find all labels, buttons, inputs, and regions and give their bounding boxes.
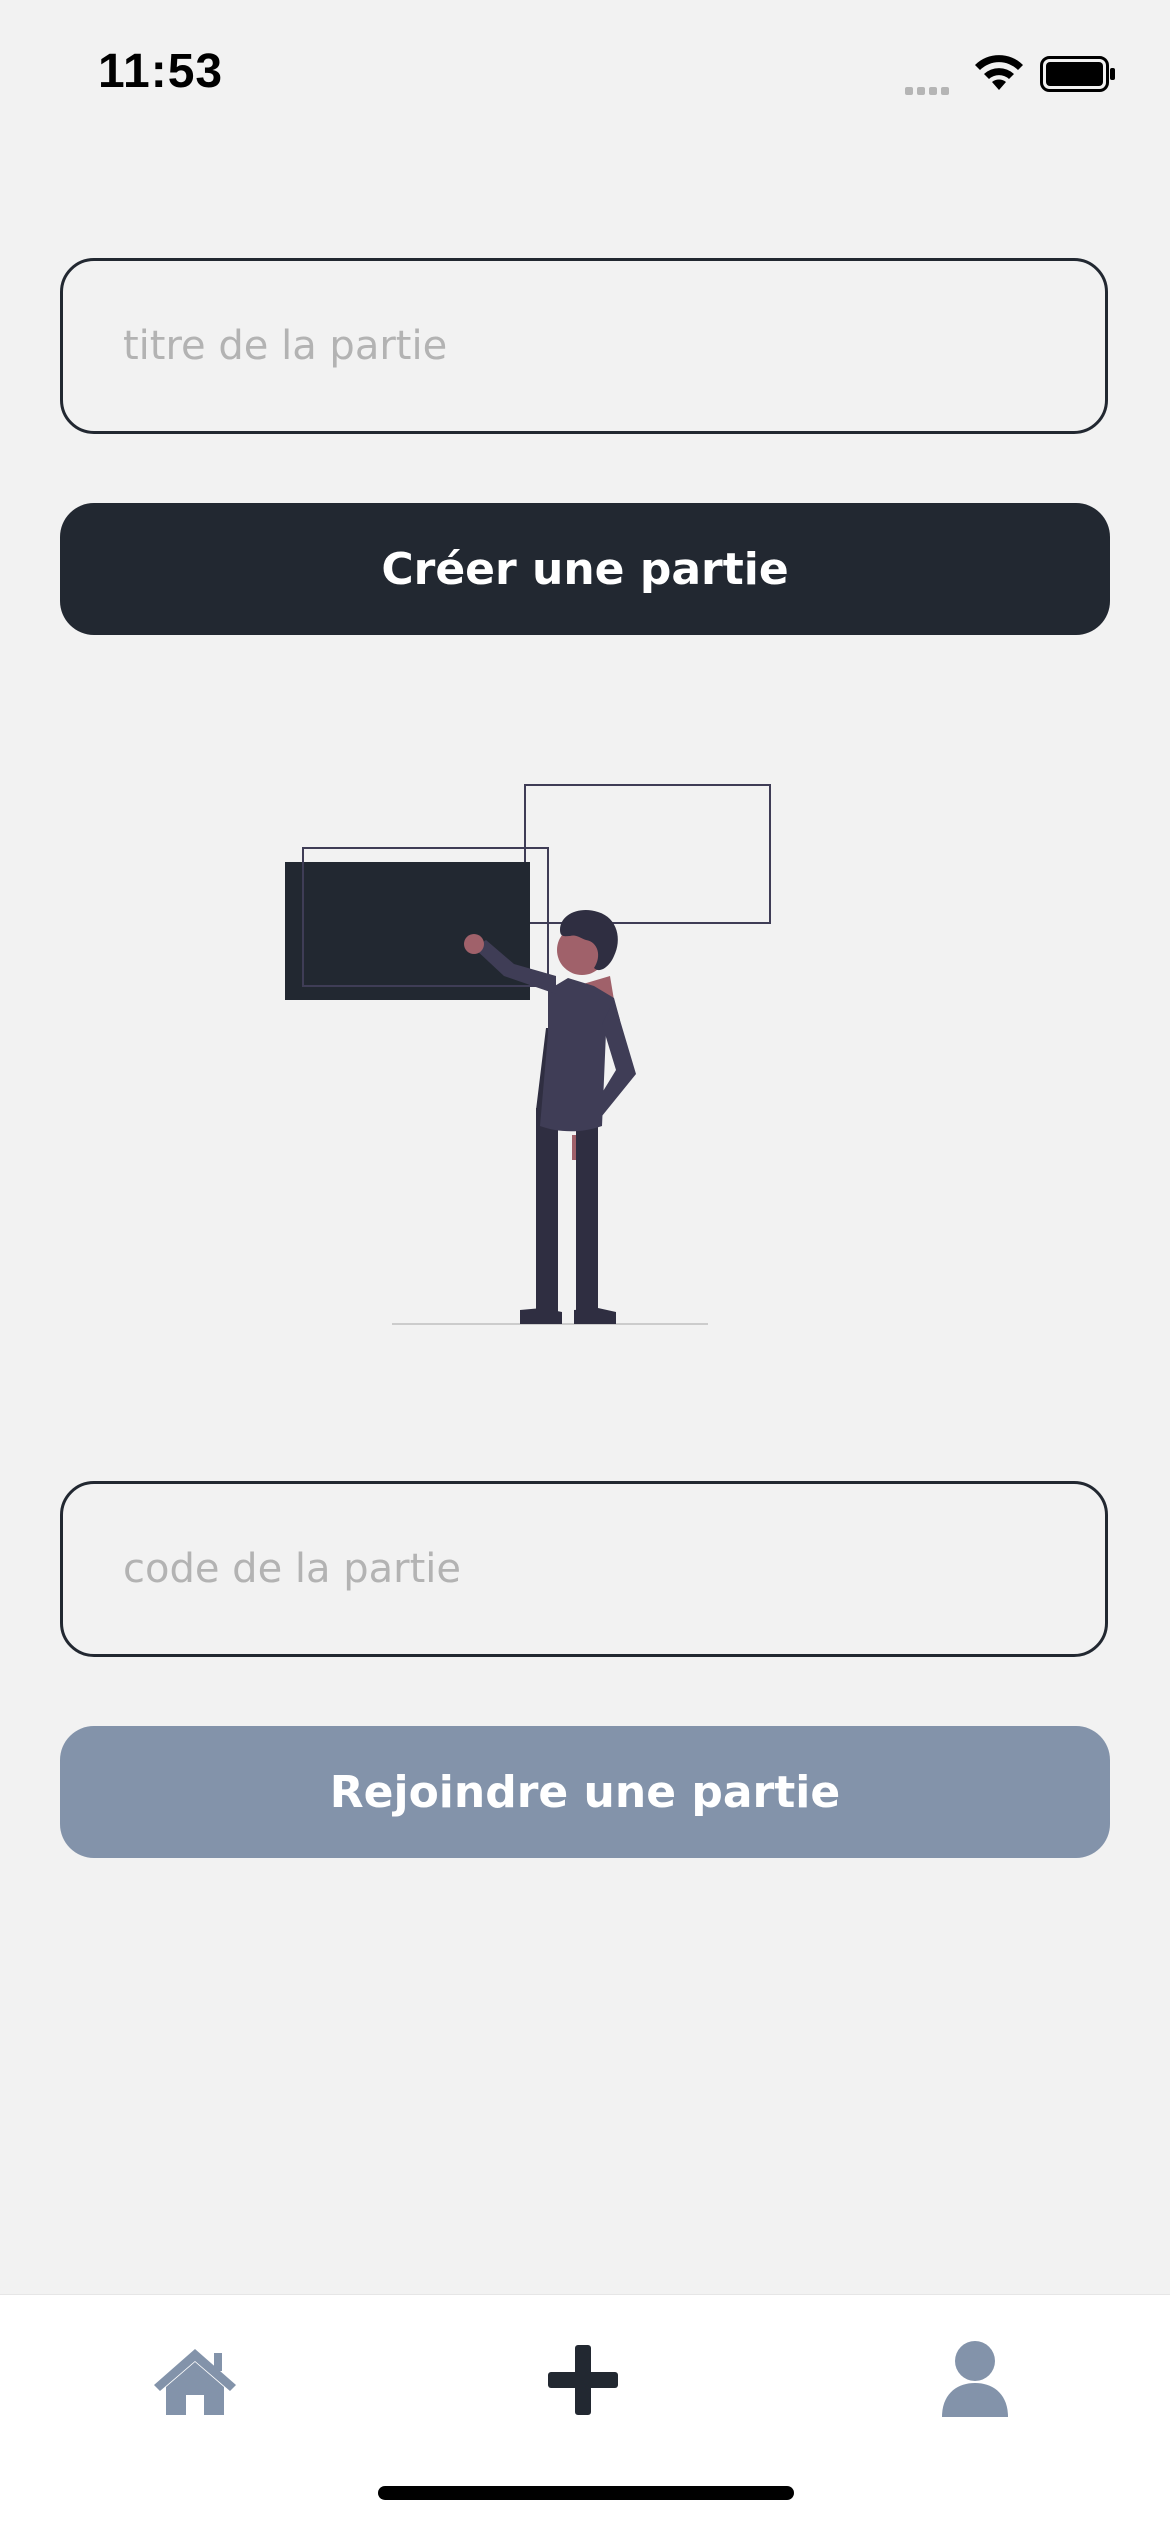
status-bar: 11:53 — [0, 0, 1170, 150]
cellular-signal-icon — [905, 80, 953, 99]
presentation-illustration — [285, 784, 771, 1325]
game-title-input[interactable] — [63, 261, 1105, 431]
wifi-icon — [975, 55, 1023, 90]
join-game-label: Rejoindre une partie — [329, 1766, 841, 1818]
plus-icon[interactable] — [538, 2335, 628, 2425]
user-icon[interactable] — [930, 2335, 1020, 2425]
join-game-button[interactable]: Rejoindre une partie — [60, 1726, 1110, 1858]
status-time: 11:53 — [98, 45, 224, 98]
game-code-input[interactable] — [63, 1484, 1105, 1654]
home-icon[interactable] — [150, 2335, 240, 2425]
create-game-button[interactable]: Créer une partie — [60, 503, 1110, 635]
battery-icon — [1040, 56, 1115, 92]
create-game-label: Créer une partie — [381, 543, 789, 595]
game-title-field[interactable] — [60, 258, 1108, 434]
game-code-field[interactable] — [60, 1481, 1108, 1657]
home-indicator[interactable] — [378, 2486, 794, 2500]
